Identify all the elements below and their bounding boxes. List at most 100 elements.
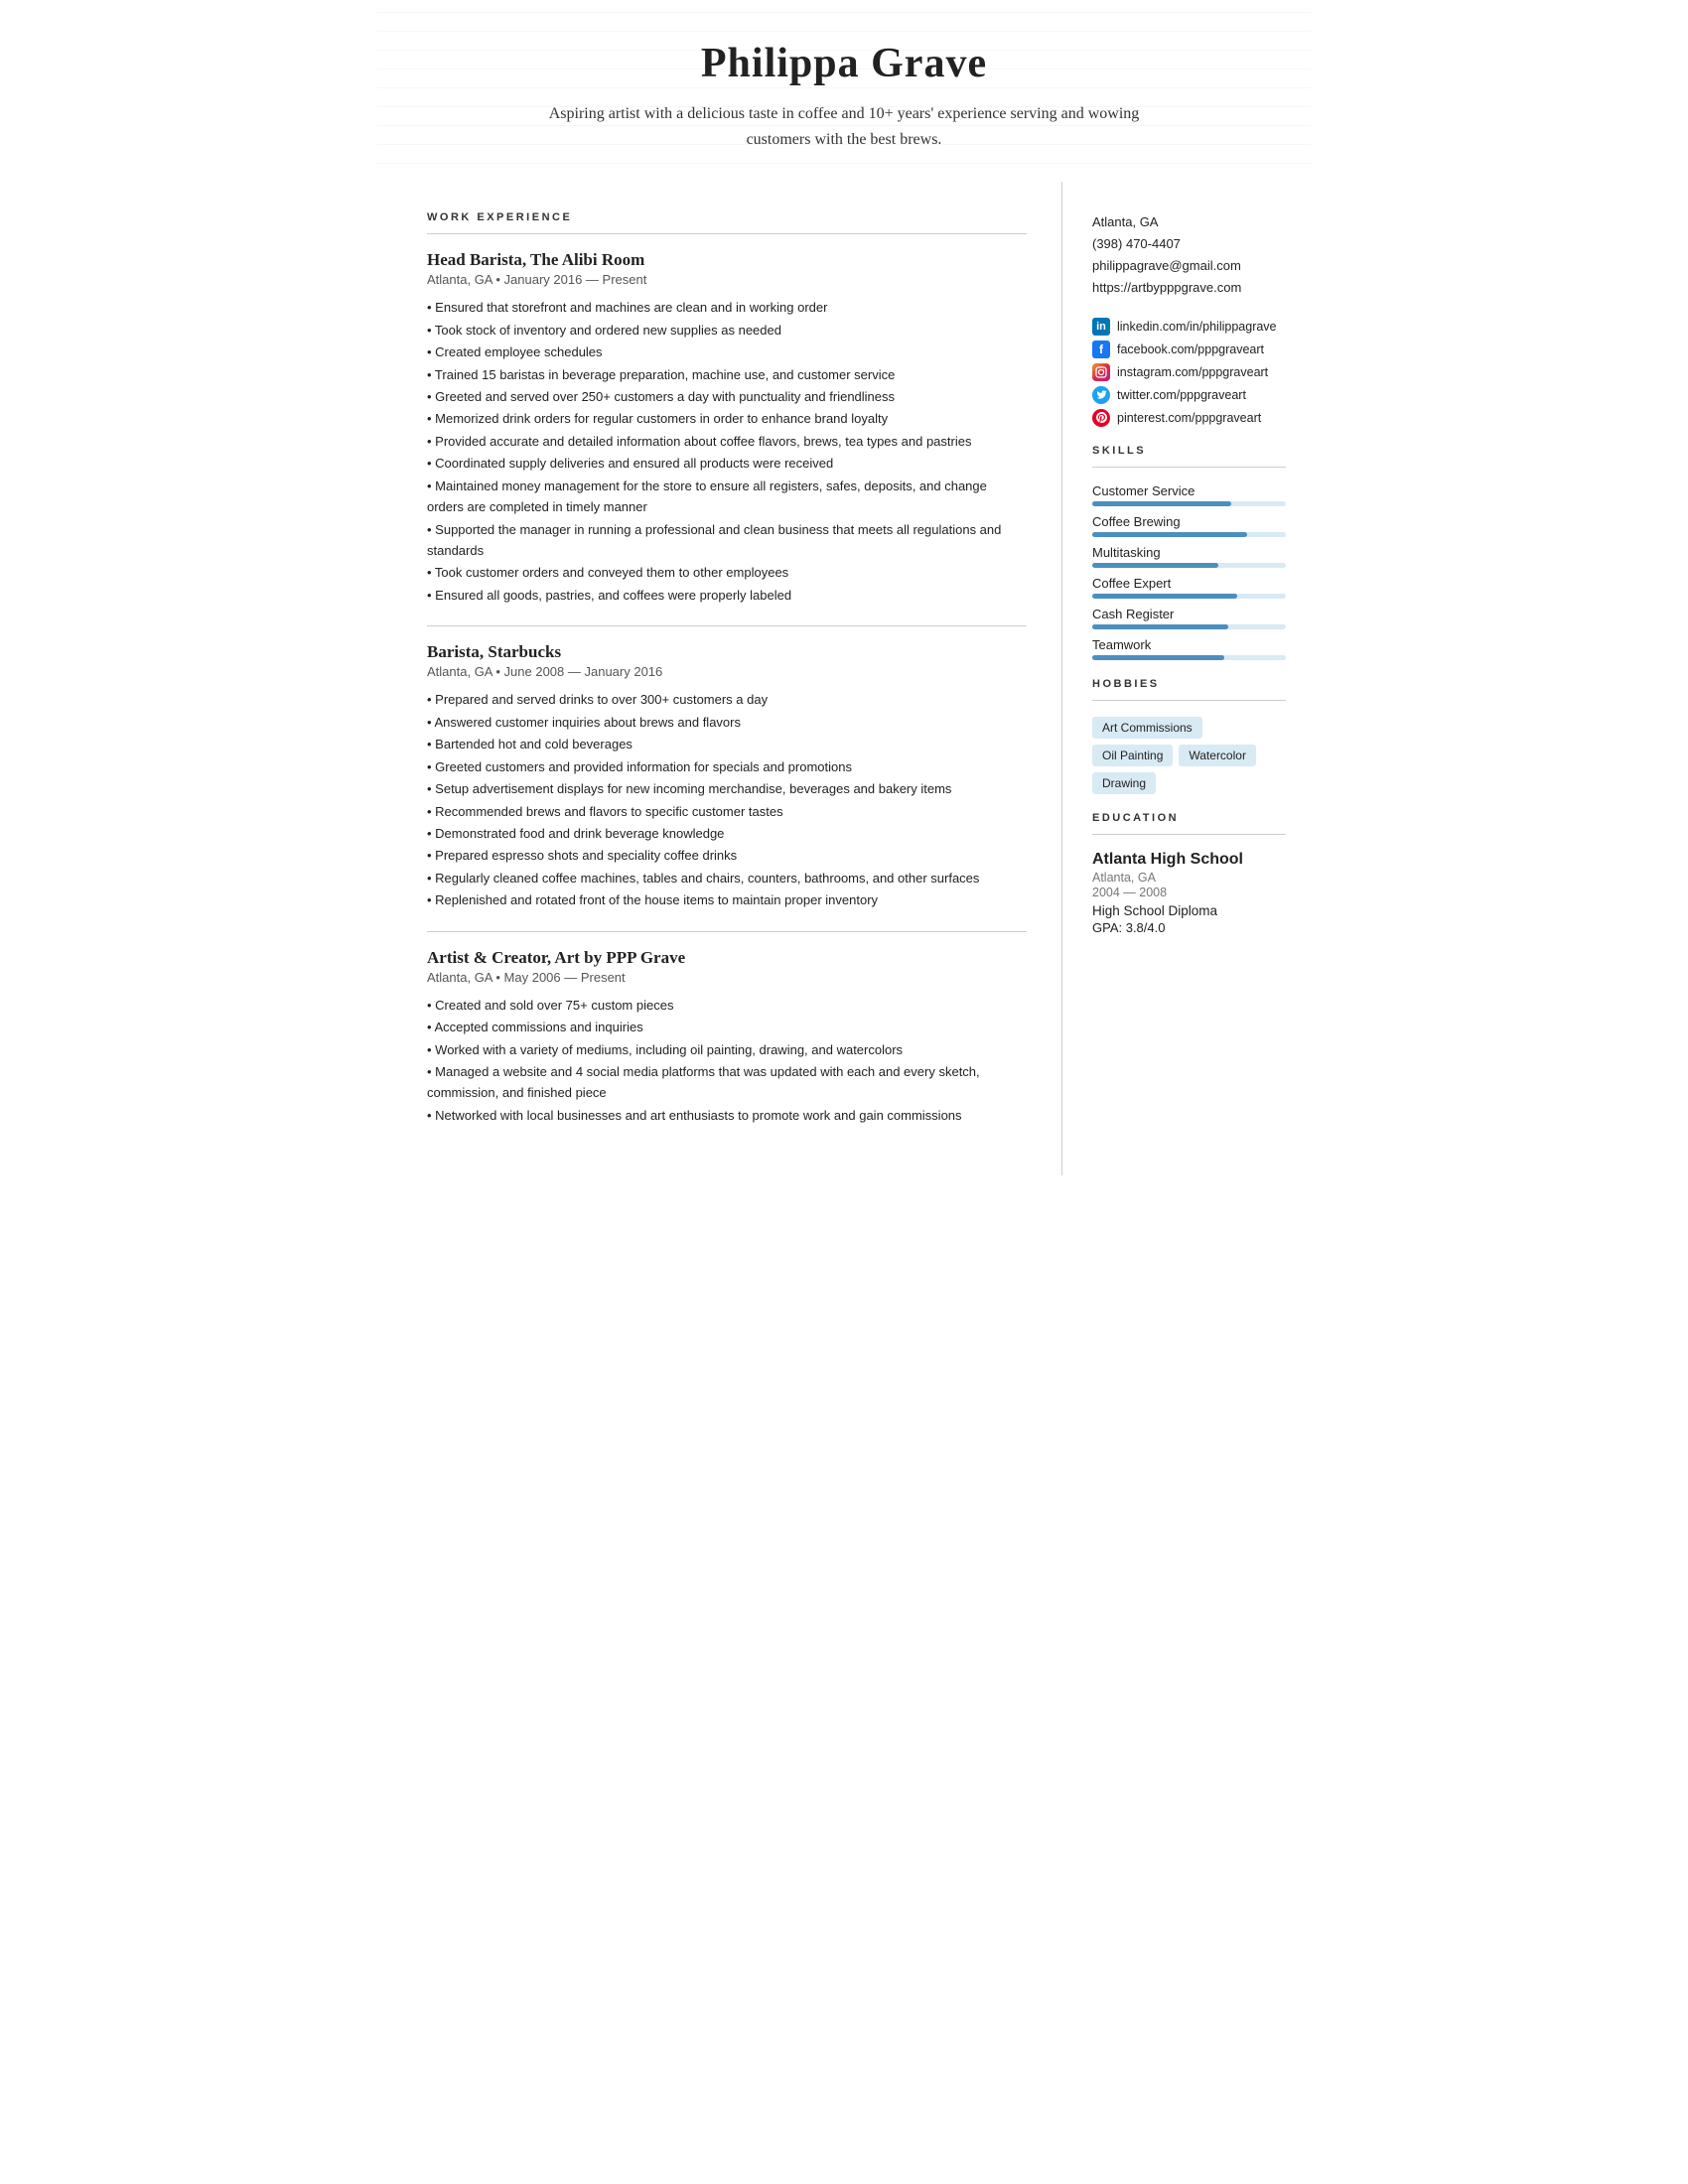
skill-name-2: Multitasking xyxy=(1092,545,1286,560)
contact-phone: (398) 470-4407 xyxy=(1092,233,1286,255)
skill-name-1: Coffee Brewing xyxy=(1092,514,1286,529)
contact-email: philippagrave@gmail.com xyxy=(1092,255,1286,277)
bullet: • Worked with a variety of mediums, incl… xyxy=(427,1039,1027,1060)
twitter-icon-wrapper xyxy=(1092,386,1110,404)
twitter-handle: twitter.com/pppgraveart xyxy=(1117,388,1246,402)
skill-item-1: Coffee Brewing xyxy=(1092,514,1286,537)
skills-divider xyxy=(1092,467,1286,468)
education-title: EDUCATION xyxy=(1092,812,1286,824)
social-item-twitter: twitter.com/pppgraveart xyxy=(1092,386,1286,404)
skill-bar-bg-2 xyxy=(1092,563,1286,568)
job-meta-1: Atlanta, GA • June 2008 — January 2016 xyxy=(427,664,1027,679)
social-item-instagram: instagram.com/pppgraveart xyxy=(1092,363,1286,381)
skill-bar-bg-4 xyxy=(1092,624,1286,629)
job-bullets-1: • Prepared and served drinks to over 300… xyxy=(427,689,1027,910)
job-meta-2: Atlanta, GA • May 2006 — Present xyxy=(427,970,1027,985)
bullet: • Coordinated supply deliveries and ensu… xyxy=(427,453,1027,474)
job-divider xyxy=(427,931,1027,932)
skills-title: SKILLS xyxy=(1092,445,1286,457)
social-item-facebook: f facebook.com/pppgraveart xyxy=(1092,341,1286,358)
right-column: Atlanta, GA (398) 470-4407 philippagrave… xyxy=(1062,182,1311,964)
skill-name-5: Teamwork xyxy=(1092,637,1286,652)
skill-name-3: Coffee Expert xyxy=(1092,576,1286,591)
bullet: • Prepared and served drinks to over 300… xyxy=(427,689,1027,710)
hobbies-divider xyxy=(1092,700,1286,701)
edu-years-0: 2004 — 2008 xyxy=(1092,886,1286,899)
job-title-2: Artist & Creator, Art by PPP Grave xyxy=(427,948,1027,968)
bullet: • Networked with local businesses and ar… xyxy=(427,1105,1027,1126)
social-item-linkedin: in linkedin.com/in/philippagrave xyxy=(1092,318,1286,336)
job-divider xyxy=(427,625,1027,626)
skill-bar-fill-0 xyxy=(1092,501,1231,506)
hobby-tag-0: Art Commissions xyxy=(1092,717,1202,739)
pinterest-handle: pinterest.com/pppgraveart xyxy=(1117,411,1261,425)
skill-item-0: Customer Service xyxy=(1092,483,1286,506)
job-title-0: Head Barista, The Alibi Room xyxy=(427,250,1027,270)
skill-item-5: Teamwork xyxy=(1092,637,1286,660)
bullet: • Ensured that storefront and machines a… xyxy=(427,297,1027,318)
work-experience-title: WORK EXPERIENCE xyxy=(427,211,1027,223)
bullet: • Answered customer inquiries about brew… xyxy=(427,712,1027,733)
bullet: • Managed a website and 4 social media p… xyxy=(427,1061,1027,1104)
education-container: Atlanta High School Atlanta, GA2004 — 200… xyxy=(1092,851,1286,935)
skill-item-3: Coffee Expert xyxy=(1092,576,1286,599)
job-meta-0: Atlanta, GA • January 2016 — Present xyxy=(427,272,1027,287)
twitter-icon xyxy=(1092,386,1110,404)
resume-header: Philippa Grave Aspiring artist with a de… xyxy=(377,0,1311,182)
linkedin-handle: linkedin.com/in/philippagrave xyxy=(1117,320,1277,334)
bullet: • Demonstrated food and drink beverage k… xyxy=(427,823,1027,844)
bullet: • Took stock of inventory and ordered ne… xyxy=(427,320,1027,341)
bullet: • Regularly cleaned coffee machines, tab… xyxy=(427,868,1027,888)
skill-name-4: Cash Register xyxy=(1092,607,1286,621)
work-divider xyxy=(427,233,1027,234)
social-container: in linkedin.com/in/philippagrave f facebook… xyxy=(1092,318,1286,427)
applicant-name: Philippa Grave xyxy=(437,40,1251,87)
job-0: Head Barista, The Alibi Room Atlanta, GA … xyxy=(427,250,1027,626)
skill-bar-fill-4 xyxy=(1092,624,1228,629)
skill-bar-fill-3 xyxy=(1092,594,1237,599)
hobby-tag-1: Oil Painting xyxy=(1092,745,1173,766)
skill-name-0: Customer Service xyxy=(1092,483,1286,498)
bullet: • Setup advertisement displays for new i… xyxy=(427,778,1027,799)
linkedin-icon: in xyxy=(1092,318,1110,336)
bullet: • Memorized drink orders for regular cus… xyxy=(427,408,1027,429)
edu-gpa-0: GPA: 3.8/4.0 xyxy=(1092,920,1286,935)
bullet: • Created and sold over 75+ custom piece… xyxy=(427,995,1027,1016)
contact-city: Atlanta, GA xyxy=(1092,211,1286,233)
skill-bar-bg-3 xyxy=(1092,594,1286,599)
jobs-container: Head Barista, The Alibi Room Atlanta, GA … xyxy=(427,250,1027,1126)
linkedin-icon-wrapper: in xyxy=(1092,318,1110,336)
skill-bar-fill-1 xyxy=(1092,532,1247,537)
bullet: • Replenished and rotated front of the h… xyxy=(427,889,1027,910)
skill-bar-bg-1 xyxy=(1092,532,1286,537)
contact-block: Atlanta, GA (398) 470-4407 philippagrave… xyxy=(1092,211,1286,299)
hobby-tag-2: Watercolor xyxy=(1179,745,1256,766)
hobby-tag-3: Drawing xyxy=(1092,772,1156,794)
skills-block: SKILLS Customer Service Coffee Brewing Mul… xyxy=(1092,445,1286,660)
bullet: • Prepared espresso shots and speciality… xyxy=(427,845,1027,866)
bullet: • Maintained money management for the st… xyxy=(427,476,1027,518)
bullet: • Took customer orders and conveyed them… xyxy=(427,562,1027,583)
skill-bar-fill-5 xyxy=(1092,655,1224,660)
facebook-icon-wrapper: f xyxy=(1092,341,1110,358)
facebook-icon: f xyxy=(1092,341,1110,358)
pinterest-icon-wrapper xyxy=(1092,409,1110,427)
education-block: EDUCATION Atlanta High School Atlanta, GA… xyxy=(1092,812,1286,935)
social-item-pinterest: pinterest.com/pppgraveart xyxy=(1092,409,1286,427)
instagram-icon-wrapper xyxy=(1092,363,1110,381)
bullet: • Trained 15 baristas in beverage prepar… xyxy=(427,364,1027,385)
skill-bar-fill-2 xyxy=(1092,563,1218,568)
skill-item-4: Cash Register xyxy=(1092,607,1286,629)
facebook-handle: facebook.com/pppgraveart xyxy=(1117,342,1264,356)
bullet: • Greeted customers and provided informa… xyxy=(427,756,1027,777)
edu-location-0: Atlanta, GA xyxy=(1092,871,1286,885)
edu-school-0: Atlanta High School xyxy=(1092,851,1286,869)
header-tagline: Aspiring artist with a delicious taste i… xyxy=(546,101,1142,152)
instagram-handle: instagram.com/pppgraveart xyxy=(1117,365,1268,379)
job-bullets-0: • Ensured that storefront and machines a… xyxy=(427,297,1027,606)
bullet: • Greeted and served over 250+ customers… xyxy=(427,386,1027,407)
skills-container: Customer Service Coffee Brewing Multitaski… xyxy=(1092,483,1286,660)
skill-item-2: Multitasking xyxy=(1092,545,1286,568)
skill-bar-bg-5 xyxy=(1092,655,1286,660)
edu-degree-0: High School Diploma xyxy=(1092,903,1286,918)
